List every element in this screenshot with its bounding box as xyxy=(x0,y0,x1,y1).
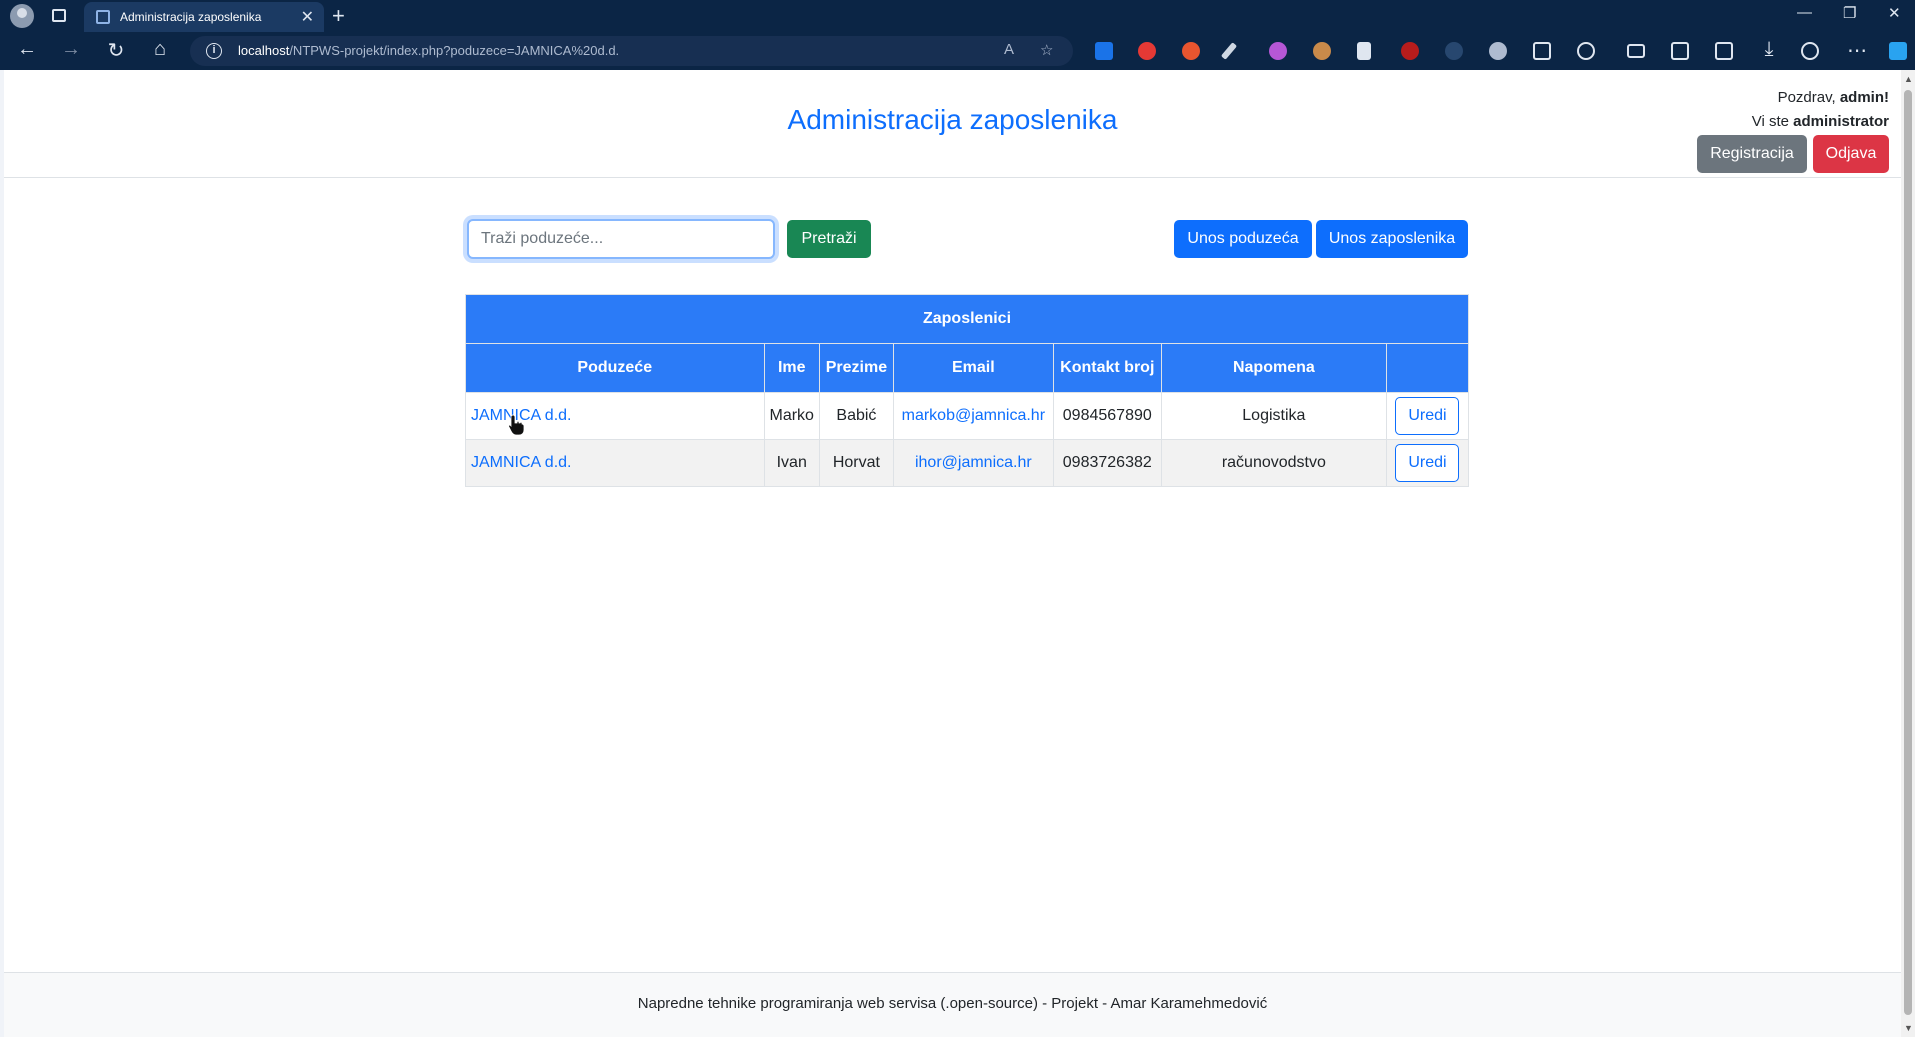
close-tab-icon[interactable]: ✕ xyxy=(301,7,314,27)
back-icon[interactable]: ← xyxy=(14,38,40,61)
cell-note: računovodstvo xyxy=(1160,439,1387,487)
extension-s-icon[interactable] xyxy=(1269,42,1287,60)
company-link[interactable]: JAMNICA d.d. xyxy=(471,454,571,471)
page-footer: Napredne tehnike programiranja web servi… xyxy=(4,972,1901,1037)
column-header-note: Napomena xyxy=(1160,343,1387,393)
email-link[interactable]: markob@jamnica.hr xyxy=(902,407,1045,424)
cell-company: JAMNICA d.d. xyxy=(465,439,765,487)
cast-icon[interactable] xyxy=(1627,44,1645,58)
extension-icon[interactable] xyxy=(1182,42,1200,60)
table-header-row: Poduzeće Ime Prezime Email Kontakt broj … xyxy=(465,343,1470,393)
extension-icon[interactable] xyxy=(1313,42,1331,60)
edit-button[interactable]: Uredi xyxy=(1395,397,1460,435)
extension-trello-icon[interactable] xyxy=(1095,42,1113,60)
greeting-prefix: Pozdrav, xyxy=(1777,89,1836,106)
copilot-icon[interactable] xyxy=(1889,42,1907,60)
extension-adblock-icon[interactable] xyxy=(1138,42,1156,60)
browser-toolbar: ← → ↻ ⌂ i localhost/NTPWS-projekt/index.… xyxy=(0,32,1915,70)
cell-last-name: Babić xyxy=(818,392,894,440)
role-prefix: Vi ste xyxy=(1751,113,1789,130)
edit-button[interactable]: Uredi xyxy=(1395,444,1460,482)
hand-cursor-icon xyxy=(508,414,524,436)
table-caption: Zaposlenici xyxy=(465,294,1469,344)
search-button[interactable]: Pretraži xyxy=(787,220,871,258)
minimize-icon[interactable]: — xyxy=(1797,4,1812,21)
logout-button[interactable]: Odjava xyxy=(1813,135,1889,173)
user-info: Pozdrav, admin! Vi ste administrator xyxy=(1752,86,1889,134)
split-screen-icon[interactable] xyxy=(1671,42,1689,60)
cell-note: Logistika xyxy=(1160,392,1387,440)
cell-actions: Uredi xyxy=(1385,392,1470,440)
color-picker-icon[interactable] xyxy=(1220,42,1238,60)
new-tab-icon[interactable]: + xyxy=(332,3,345,29)
home-icon[interactable]: ⌂ xyxy=(147,38,173,61)
email-link[interactable]: ihor@jamnica.hr xyxy=(915,454,1032,471)
downloads-icon[interactable]: ⤓ xyxy=(1756,38,1782,61)
table-row: JAMNICA d.d. Marko Babić markob@jamnica.… xyxy=(465,392,1470,440)
web-page: Administracija zaposlenika Pozdrav, admi… xyxy=(4,70,1901,1037)
scrollbar-thumb[interactable] xyxy=(1904,90,1912,1015)
cell-email: ihor@jamnica.hr xyxy=(892,439,1054,487)
column-header-actions xyxy=(1385,343,1470,393)
read-aloud-icon[interactable]: A xyxy=(1004,41,1014,58)
site-info-icon[interactable]: i xyxy=(206,43,222,59)
extension-icon[interactable] xyxy=(1489,42,1507,60)
scroll-up-icon[interactable]: ▲ xyxy=(1904,74,1913,84)
column-header-first-name: Ime xyxy=(763,343,820,393)
page-title: Administracija zaposlenika xyxy=(787,104,1118,135)
username: admin! xyxy=(1839,89,1889,106)
add-company-button[interactable]: Unos poduzeća xyxy=(1174,220,1312,258)
cell-phone: 0983726382 xyxy=(1052,439,1162,487)
page-header: Administracija zaposlenika Pozdrav, admi… xyxy=(4,70,1901,178)
close-window-icon[interactable]: ✕ xyxy=(1888,4,1901,22)
screenshot-icon[interactable] xyxy=(1533,42,1551,60)
cell-last-name: Horvat xyxy=(818,439,894,487)
address-url[interactable]: localhost/NTPWS-projekt/index.php?poduze… xyxy=(238,43,619,58)
collections-icon[interactable] xyxy=(1715,42,1733,60)
user-role: administrator xyxy=(1793,113,1889,130)
more-menu-icon[interactable]: ⋯ xyxy=(1844,38,1870,63)
cell-email: markob@jamnica.hr xyxy=(892,392,1054,440)
performance-icon[interactable] xyxy=(1801,42,1819,60)
column-header-company: Poduzeće xyxy=(465,343,765,393)
browser-tab-active[interactable]: Administracija zaposlenika ✕ xyxy=(84,2,324,32)
table-row: JAMNICA d.d. Ivan Horvat ihor@jamnica.hr… xyxy=(465,439,1470,487)
tab-actions-icon[interactable] xyxy=(52,9,66,22)
page-scrollbar[interactable]: ▲ ▼ xyxy=(1901,70,1915,1037)
column-header-last-name: Prezime xyxy=(818,343,894,393)
column-header-phone: Kontakt broj xyxy=(1052,343,1162,393)
employees-table: Zaposlenici Poduzeće Ime Prezime Email K… xyxy=(465,294,1470,487)
shield-icon[interactable] xyxy=(1357,42,1371,60)
address-bar[interactable]: i localhost/NTPWS-projekt/index.php?podu… xyxy=(190,36,1073,66)
column-header-email: Email xyxy=(892,343,1054,393)
add-employee-button[interactable]: Unos zaposlenika xyxy=(1316,220,1468,258)
extension-icon[interactable] xyxy=(1401,42,1419,60)
reload-icon[interactable]: ↻ xyxy=(103,38,129,63)
forward-icon[interactable]: → xyxy=(58,38,84,61)
scroll-down-icon[interactable]: ▼ xyxy=(1904,1023,1913,1033)
favorite-star-icon[interactable]: ☆ xyxy=(1040,41,1053,59)
restore-icon[interactable]: ❐ xyxy=(1843,4,1856,22)
footer-text: Napredne tehnike programiranja web servi… xyxy=(637,995,1268,1012)
tab-strip: Administracija zaposlenika ✕ + — ❐ ✕ xyxy=(0,0,1915,32)
browser-chrome: Administracija zaposlenika ✕ + — ❐ ✕ ← →… xyxy=(0,0,1915,70)
extensions-icon[interactable] xyxy=(1577,42,1595,60)
register-button[interactable]: Registracija xyxy=(1697,135,1807,173)
page-favicon-icon xyxy=(96,10,110,24)
cell-first-name: Ivan xyxy=(763,439,820,487)
cell-first-name: Marko xyxy=(763,392,820,440)
company-search-input[interactable] xyxy=(467,219,775,259)
cell-phone: 0984567890 xyxy=(1052,392,1162,440)
tab-title: Administracija zaposlenika xyxy=(120,10,262,24)
profile-icon[interactable] xyxy=(10,4,34,28)
cell-actions: Uredi xyxy=(1385,439,1470,487)
extension-icon[interactable] xyxy=(1445,42,1463,60)
